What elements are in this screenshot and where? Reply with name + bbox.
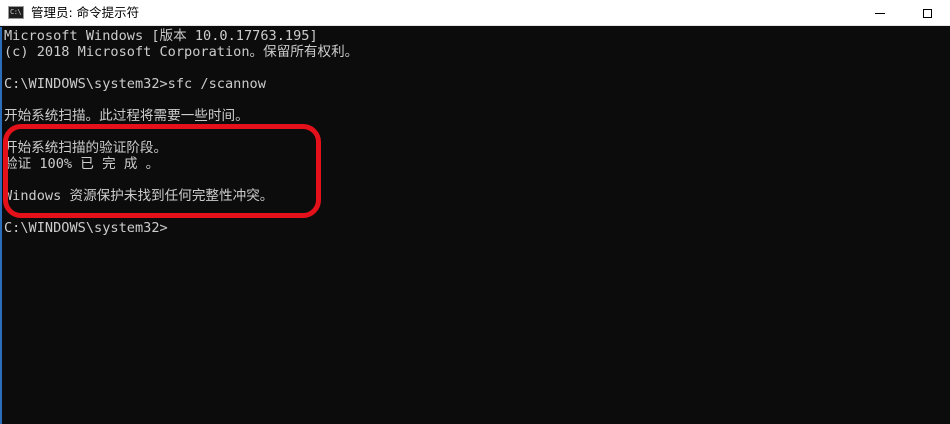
console-line-version: Microsoft Windows [版本 10.0.17763.195] xyxy=(4,28,318,44)
command-prompt-window: C:\ 管理员: 命令提示符 Microsoft Windows [版本 10.… xyxy=(0,0,950,424)
console-output[interactable]: Microsoft Windows [版本 10.0.17763.195] (c… xyxy=(0,27,950,424)
console-line-verify-progress: 验证 100% 已 完 成 。 xyxy=(4,156,160,172)
console-app-icon[interactable]: C:\ xyxy=(8,6,24,19)
minimize-button[interactable] xyxy=(857,0,903,26)
app-icon-label: C:\ xyxy=(10,8,22,16)
window-title: 管理员: 命令提示符 xyxy=(31,5,140,20)
console-line-result: Windows 资源保护未找到任何完整性冲突。 xyxy=(4,188,274,204)
console-line-copyright: (c) 2018 Microsoft Corporation。保留所有权利。 xyxy=(4,44,359,60)
console-line-command: C:\WINDOWS\system32>sfc /scannow xyxy=(4,76,266,92)
minimize-icon xyxy=(875,12,885,14)
maximize-button[interactable] xyxy=(904,0,950,26)
console-line-scan-start: 开始系统扫描。此过程将需要一些时间。 xyxy=(4,108,249,124)
maximize-icon xyxy=(922,8,932,18)
console-line-verify-phase: 开始系统扫描的验证阶段。 xyxy=(4,140,168,156)
console-line-prompt[interactable]: C:\WINDOWS\system32> xyxy=(4,220,950,236)
title-bar[interactable]: C:\ 管理员: 命令提示符 xyxy=(0,0,950,26)
